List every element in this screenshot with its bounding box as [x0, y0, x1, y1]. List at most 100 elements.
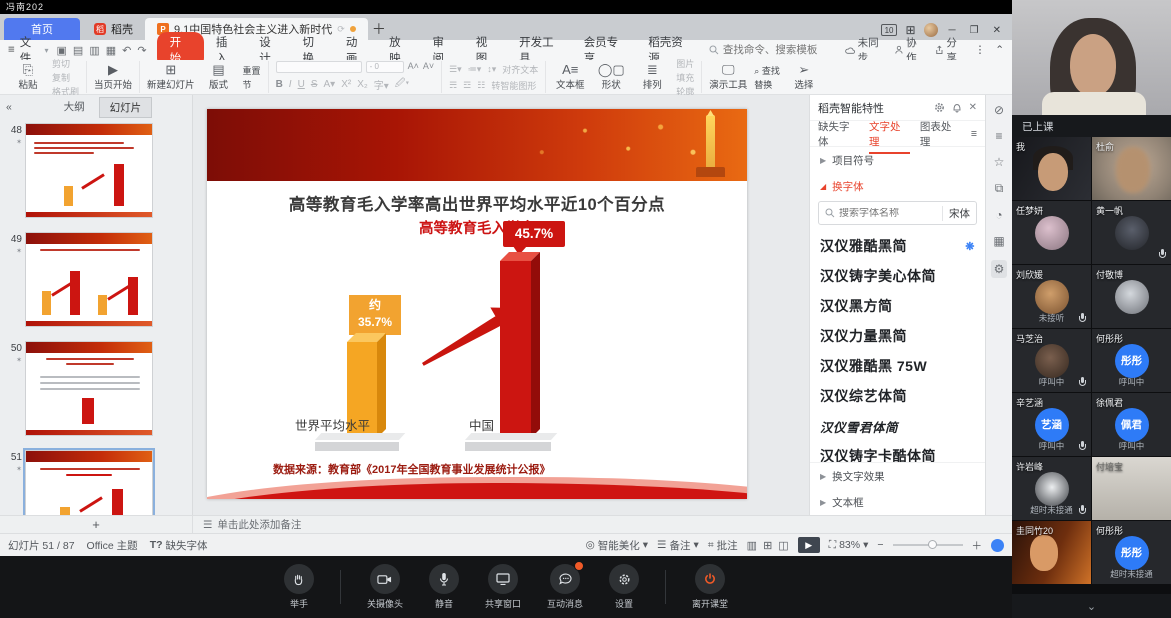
font-option[interactable]: 汉仪铸字卡酷体简 [820, 441, 975, 462]
find-button[interactable]: ⌕ 查找 [754, 64, 780, 77]
close-button[interactable]: ✕ [990, 25, 1004, 36]
subscript-button[interactable]: X₂ [357, 79, 368, 90]
bold-button[interactable]: B [276, 79, 283, 90]
command-search-input[interactable] [723, 44, 843, 56]
font-option[interactable]: 汉仪雅酷黑简❋ [820, 231, 975, 261]
thumbnail-list[interactable]: 48✶ 49✶ [0, 119, 192, 515]
more-menu-icon[interactable]: ⋮ [975, 44, 986, 56]
missing-font-status[interactable]: T? 缺失字体 [150, 538, 208, 553]
leave-class-button[interactable]: 离开课堂 [692, 564, 728, 610]
slide-thumbnail-48[interactable] [25, 123, 153, 218]
font-grow-icon[interactable]: A˄ [408, 61, 419, 73]
minimize-button[interactable]: ─ [946, 25, 959, 36]
section-bullets[interactable]: ▶ 项目符号 [810, 147, 985, 173]
chart-title[interactable]: 高等教育毛入学率 [207, 217, 747, 238]
teacher-video-feed[interactable] [1012, 0, 1171, 115]
undo-icon[interactable]: ↶ [122, 44, 131, 57]
participant-tile[interactable]: 任梦妍 [1012, 201, 1091, 264]
align-left-icon[interactable]: ☴ [449, 80, 457, 91]
text-effects-button[interactable]: 字▾ [374, 77, 389, 92]
assistant-bubble-icon[interactable] [991, 539, 1004, 552]
raise-hand-button[interactable]: 举手 [284, 564, 314, 610]
text-box-button[interactable]: A≡ 文本框 [553, 63, 587, 91]
smart-features-tool-icon[interactable]: ⚙ [991, 260, 1008, 278]
collapse-grid-button[interactable]: ⌄ [1012, 594, 1171, 618]
fill-button[interactable]: 填充 [676, 71, 694, 84]
participant-tile[interactable]: 许岩峰 超时未接通 [1012, 457, 1091, 520]
font-color-button[interactable]: A▾ [323, 79, 335, 90]
command-search[interactable] [709, 44, 843, 56]
font-option[interactable]: 汉仪力量黑简 [820, 321, 975, 351]
comments-button[interactable]: ⌗ 批注 [708, 538, 738, 553]
history-tool-icon[interactable]: ◔ [995, 208, 1002, 222]
participant-tile[interactable]: 付敬博 [1092, 265, 1171, 328]
strikethrough-button[interactable]: S [311, 79, 318, 90]
align-right-icon[interactable]: ☷ [477, 80, 485, 91]
preview-icon[interactable]: ▦ [106, 44, 116, 57]
collapse-ribbon-icon[interactable]: ⌃ [995, 44, 1004, 56]
superscript-button[interactable]: X² [341, 79, 351, 90]
section-text-effect[interactable]: ▶ 换文字效果 [810, 463, 985, 489]
zoom-in-button[interactable]: ＋ [972, 538, 983, 553]
underline-button[interactable]: U [298, 79, 305, 90]
participant-tile[interactable]: 杜俞 [1092, 137, 1171, 200]
effects-tool-icon[interactable]: ☆ [994, 155, 1005, 169]
play-from-current-button[interactable]: ▶ 当页开始 [94, 63, 132, 91]
print-icon[interactable]: ▥ [89, 44, 99, 57]
settings-button[interactable]: 设置 [609, 564, 639, 610]
zoom-slider-knob[interactable] [928, 540, 937, 549]
participant-tile[interactable]: 辛艺涵 艺涵 呼叫中 [1012, 393, 1091, 456]
font-size-select[interactable]: - 0 [366, 61, 404, 73]
share-tool-icon[interactable]: ⊘ [994, 103, 1004, 117]
theme-name[interactable]: Office 主题 [87, 538, 138, 553]
cut-button[interactable]: 剪切 [52, 57, 79, 70]
present-tools-button[interactable]: 🖵 演示工具 [709, 63, 747, 91]
bell-icon[interactable] [952, 102, 962, 113]
restore-button[interactable]: ❐ [967, 25, 982, 36]
category-label-world[interactable]: 世界平均水平 [295, 415, 370, 434]
participant-tile[interactable]: 何彤彤 彤彤 超时未接通 [1092, 521, 1171, 584]
mute-button[interactable]: 静音 [429, 564, 459, 610]
slides-tab[interactable]: 幻灯片 [99, 97, 153, 118]
value-label-china[interactable]: 45.7% [503, 221, 565, 247]
value-label-world[interactable]: 约 35.7% [349, 295, 401, 335]
bullets-icon[interactable]: ☰▾ [449, 64, 462, 75]
select-button[interactable]: ➢ 选择 [787, 63, 821, 91]
align-center-icon[interactable]: ☲ [463, 80, 471, 91]
font-search-input[interactable] [839, 208, 938, 219]
collapse-panel-icon[interactable]: « [6, 101, 12, 113]
font-search-box[interactable]: 宋体 [818, 201, 977, 225]
picture-button[interactable]: 图片 [676, 57, 694, 70]
fit-zoom-icon[interactable]: ⛶ 83% ▾ [829, 539, 869, 552]
participant-tile[interactable]: 何彤彤 彤彤 呼叫中 [1092, 329, 1171, 392]
notes-field[interactable]: ☰ 单击此处添加备注 [193, 516, 1012, 533]
slides-tool-icon[interactable]: ⧉ [995, 181, 1004, 196]
slide-thumbnail-51[interactable] [25, 450, 153, 515]
shapes-button[interactable]: ◯▢ 形状 [594, 63, 628, 91]
align-text-button[interactable]: 对齐文本 [502, 63, 538, 76]
participant-tile[interactable]: 刘欣媛 未接听 [1012, 265, 1091, 328]
participant-tile[interactable]: 我 [1012, 137, 1091, 200]
font-name-select[interactable] [276, 61, 362, 73]
tab-docer[interactable]: 稻 稻壳 [82, 18, 145, 40]
section-button[interactable]: 节 [243, 78, 261, 91]
gear-icon[interactable] [934, 102, 945, 113]
paste-button[interactable]: ⎘ 粘贴 [11, 63, 45, 91]
highlight-button[interactable]: 🖉▾ [395, 76, 409, 93]
category-label-china[interactable]: 中国 [469, 415, 494, 434]
slide-thumbnail-49[interactable] [25, 232, 153, 327]
bar-china[interactable] [500, 261, 531, 438]
participant-tile[interactable]: 马芝治 呼叫中 [1012, 329, 1091, 392]
camera-button[interactable]: 关摄像头 [367, 564, 403, 610]
messages-button[interactable]: 互动消息 [547, 564, 583, 610]
participant-tile[interactable]: 圭同竹20 [1012, 521, 1091, 584]
add-slide-button[interactable]: + [0, 516, 193, 533]
save-icon[interactable]: ▣ [57, 44, 67, 57]
tab-missing-fonts[interactable]: 缺失字体 [818, 119, 859, 149]
smart-graphic-button[interactable]: 转智能图形 [491, 79, 536, 92]
tab-chart-processing[interactable]: 图表处理 [920, 119, 961, 149]
notes-toggle-button[interactable]: ☰ 备注 ▾ [657, 538, 699, 553]
copy-button[interactable]: 复制 [52, 71, 79, 84]
italic-button[interactable]: I [289, 79, 292, 90]
outline-tab[interactable]: 大纲 [54, 97, 95, 118]
